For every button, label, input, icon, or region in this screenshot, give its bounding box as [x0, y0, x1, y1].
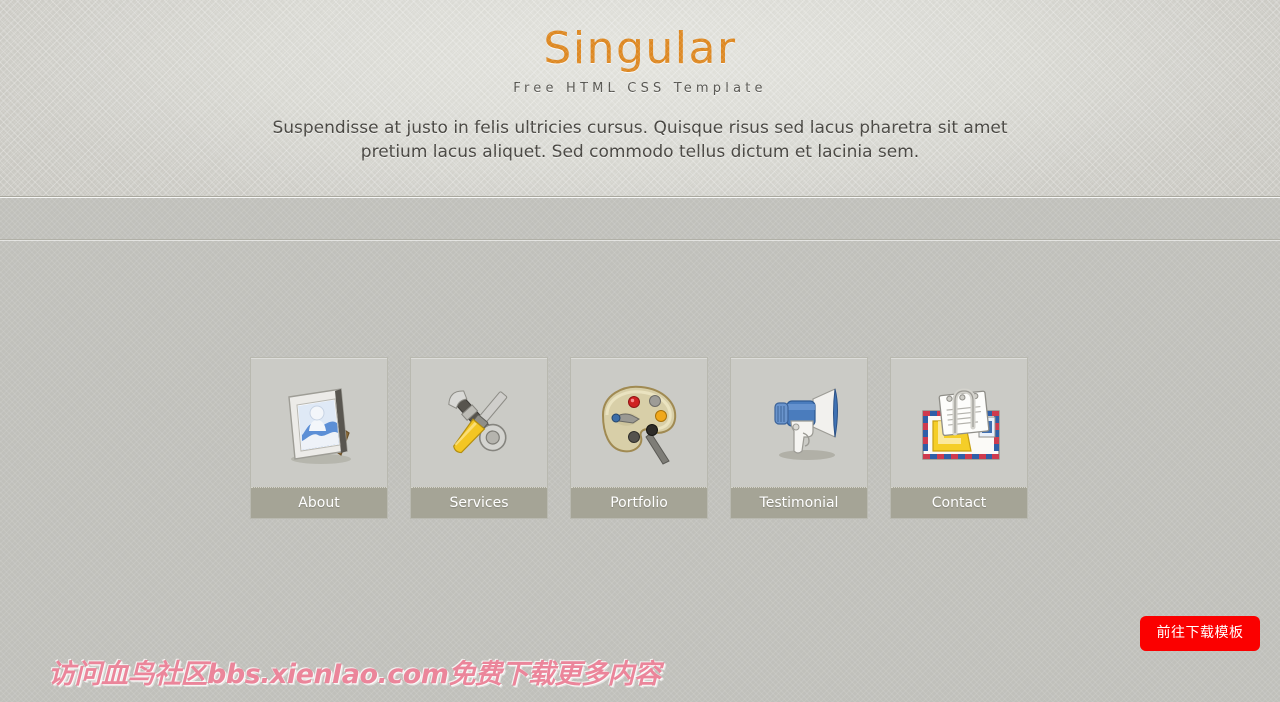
site-title: Singular: [543, 23, 737, 74]
feature-box-label: Services: [411, 487, 547, 518]
feature-box-label: Testimonial: [731, 487, 867, 518]
page-header: Singular Free HTML CSS Template Suspendi…: [0, 0, 1280, 197]
feature-box-services[interactable]: Services: [410, 357, 548, 519]
feature-box-label: Portfolio: [571, 487, 707, 518]
site-watermark: 访问血鸟社区bbs.xienIao.com免费下载更多内容: [48, 659, 661, 690]
intro-paragraph: Suspendisse at justo in felis ultricies …: [272, 118, 1008, 163]
feature-box-portfolio[interactable]: Portfolio: [570, 357, 708, 519]
paint-palette-icon: [571, 358, 707, 487]
main-content: About Services Portfolio Testimonial Con…: [0, 197, 1280, 702]
feature-box-list: About Services Portfolio Testimonial Con…: [250, 357, 1028, 519]
feature-box-label: Contact: [891, 487, 1027, 518]
site-subtitle: Free HTML CSS Template: [513, 81, 767, 97]
download-template-button[interactable]: 前往下载模板: [1140, 616, 1260, 651]
wrench-screwdriver-icon: [411, 358, 547, 487]
feature-box-label: About: [251, 487, 387, 518]
feature-box-about[interactable]: About: [250, 357, 388, 519]
envelope-mail-icon: [891, 358, 1027, 487]
picture-frame-icon: [251, 358, 387, 487]
feature-box-testimonial[interactable]: Testimonial: [730, 357, 868, 519]
feature-box-contact[interactable]: Contact: [890, 357, 1028, 519]
megaphone-icon: [731, 358, 867, 487]
